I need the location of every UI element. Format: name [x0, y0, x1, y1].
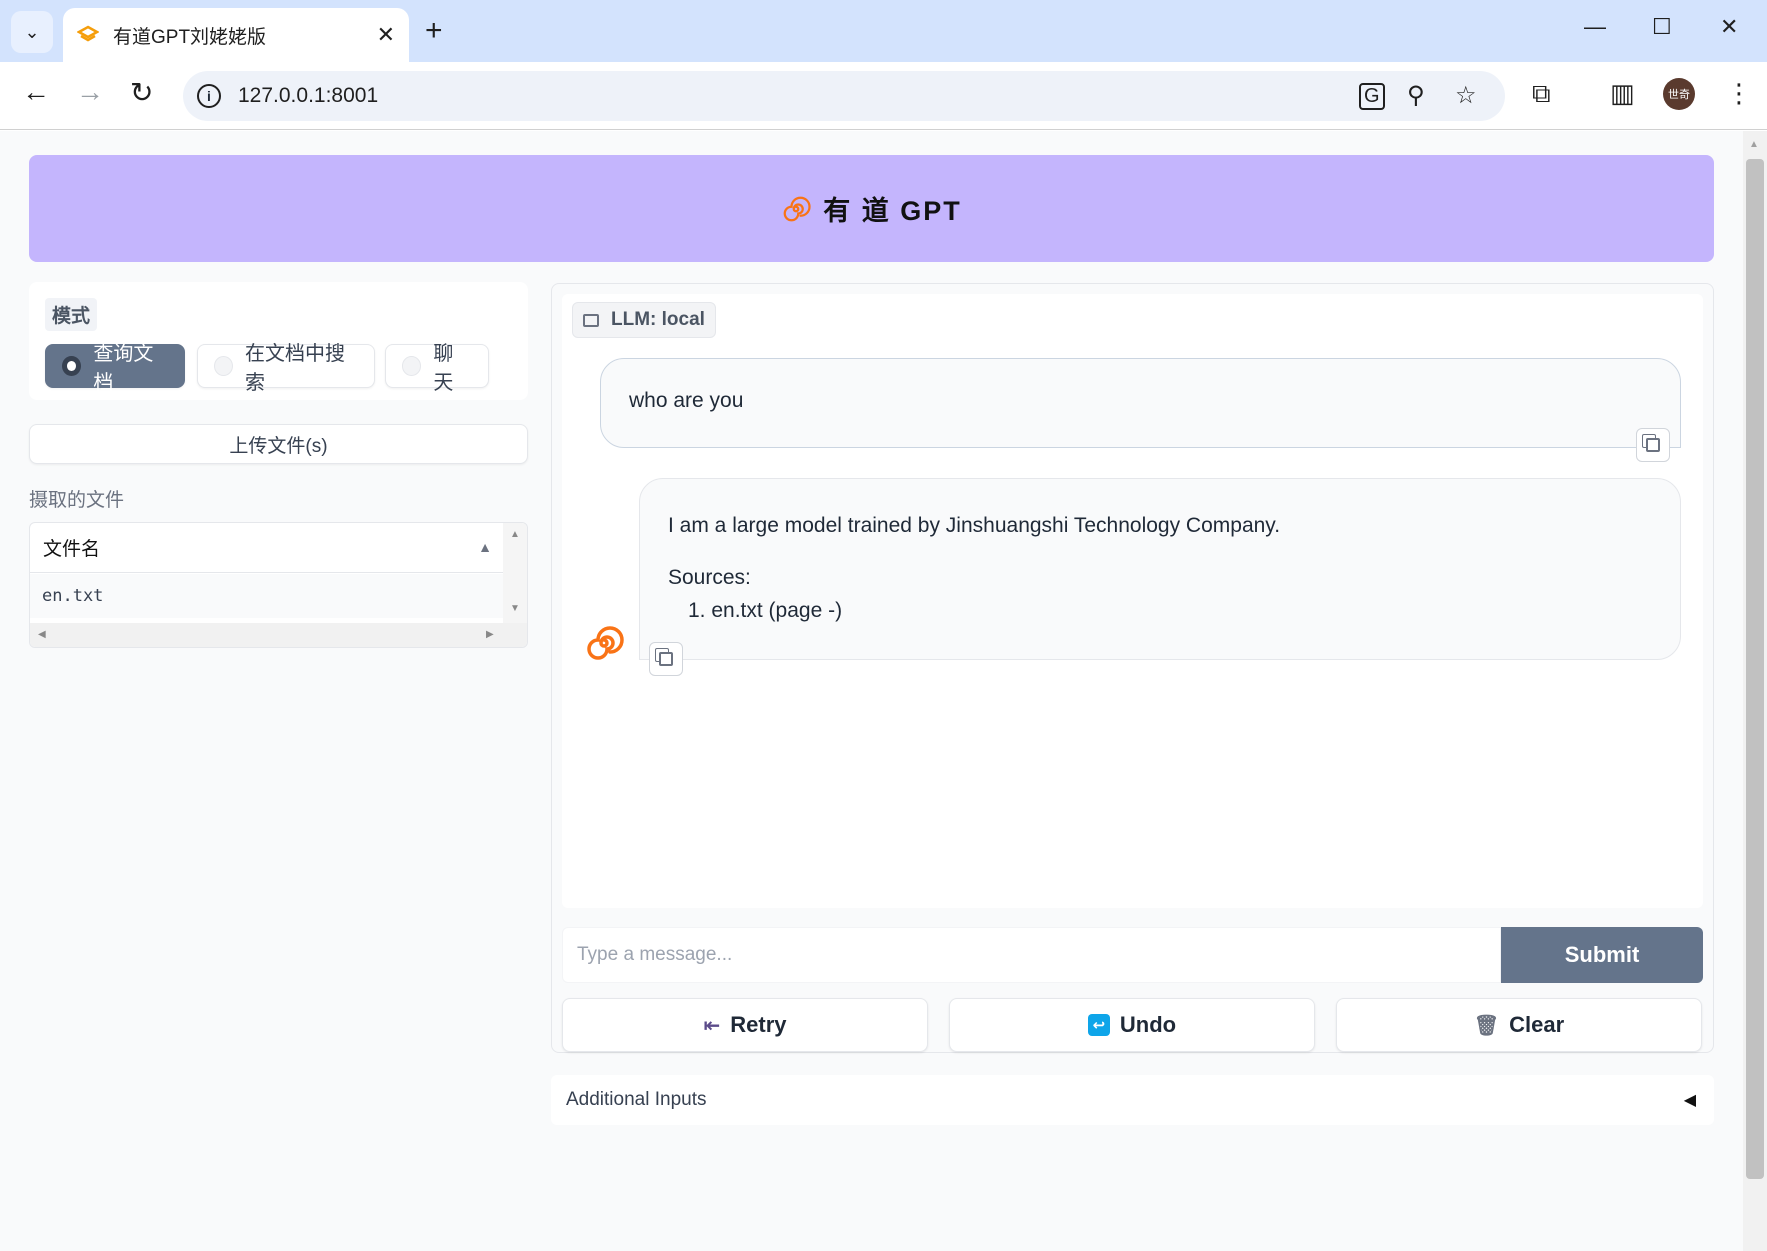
scroll-up-icon[interactable]: ▲ [510, 529, 520, 540]
retry-button[interactable]: ⇤ Retry [562, 998, 928, 1052]
llm-badge-label: LLM: local [611, 309, 705, 330]
tab-dropdown-icon[interactable]: ⌄ [11, 11, 53, 53]
page-scrollbar[interactable]: ▲ [1743, 131, 1767, 1251]
table-horizontal-scrollbar[interactable]: ◀ ▶ [30, 623, 527, 647]
undo-button[interactable]: ↩ Undo [949, 998, 1315, 1052]
bot-avatar-spiral-icon [587, 626, 624, 660]
new-tab-icon[interactable]: + [425, 14, 443, 48]
bot-message: I am a large model trained by Jinshuangs… [639, 478, 1681, 660]
mode-selector: 模式 查询文档 在文档中搜索 聊天 [29, 282, 528, 400]
clear-label: Clear [1509, 1012, 1565, 1037]
copy-bot-message-button[interactable] [649, 642, 683, 676]
upload-files-button[interactable]: 上传文件(s) [29, 424, 528, 464]
maximize-icon[interactable]: ☐ [1652, 14, 1672, 40]
radio-unselected-icon [402, 356, 422, 376]
zoom-icon[interactable]: ⚲ [1407, 81, 1425, 110]
trash-can-icon: 🗑 [1473, 1014, 1500, 1037]
copy-icon [659, 652, 673, 666]
table-header-label: 文件名 [43, 539, 101, 560]
copy-user-message-button[interactable] [1636, 428, 1670, 462]
forward-icon[interactable]: → [76, 76, 104, 108]
favicon-icon [77, 25, 99, 42]
bookmark-star-icon[interactable]: ☆ [1455, 81, 1477, 110]
page-scroll-thumb[interactable] [1746, 159, 1764, 1179]
scroll-left-icon[interactable]: ◀ [38, 629, 46, 640]
user-message: who are you [600, 358, 1681, 448]
minimize-icon[interactable]: — [1584, 14, 1606, 40]
reload-icon[interactable]: ↻ [130, 76, 153, 109]
copy-icon [1646, 438, 1660, 452]
sort-ascending-icon[interactable]: ▲ [478, 539, 492, 555]
source-item[interactable]: 1. en.txt (page -) [668, 594, 1652, 628]
extensions-icon[interactable]: ⧉ [1532, 78, 1551, 110]
close-window-icon[interactable]: ✕ [1720, 14, 1738, 40]
site-info-icon[interactable]: i [197, 84, 221, 108]
spiral-logo-icon [783, 196, 811, 221]
browser-tab-strip: ⌄ 有道GPT刘姥姥版 ✕ + — ☐ ✕ [0, 0, 1767, 62]
side-panel-icon[interactable]: ▥ [1610, 78, 1635, 109]
menu-icon[interactable]: ⋮ [1726, 78, 1752, 109]
additional-inputs-accordion[interactable]: Additional Inputs ◀ [551, 1075, 1714, 1125]
browser-tab[interactable]: 有道GPT刘姥姥版 ✕ [63, 8, 409, 62]
url-text[interactable]: 127.0.0.1:8001 [238, 84, 378, 108]
scroll-right-icon[interactable]: ▶ [486, 629, 494, 640]
mode-option-chat[interactable]: 聊天 [385, 343, 489, 394]
table-row[interactable]: en.txt [30, 574, 504, 618]
user-message-text: who are you [629, 389, 744, 412]
back-icon[interactable]: ← [22, 76, 50, 108]
chat-panel: LLM: local who are you I am a large mode… [551, 283, 1714, 1053]
mode-option-label: 在文档中搜索 [244, 343, 345, 394]
translate-icon[interactable]: G [1359, 83, 1385, 110]
page-viewport: 有 道 GPT 模式 查询文档 在文档中搜索 聊天 上传文件(s) 摄取的文件 … [0, 131, 1743, 1251]
browser-toolbar: ← → ↻ i 127.0.0.1:8001 G ⚲ ☆ ⧉ ▥ 世奇 ⋮ [0, 62, 1767, 130]
mode-label: 模式 [45, 298, 98, 331]
llm-badge: LLM: local [572, 302, 716, 338]
radio-unselected-icon [214, 356, 233, 376]
clear-button[interactable]: 🗑 Clear [1336, 998, 1702, 1052]
close-tab-icon[interactable]: ✕ [377, 22, 395, 48]
radio-selected-icon [62, 356, 82, 376]
ingested-files-label: 摄取的文件 [29, 490, 125, 511]
profile-avatar[interactable]: 世奇 [1663, 78, 1695, 110]
chatbot-window[interactable]: LLM: local who are you I am a large mode… [562, 294, 1703, 908]
undo-label: Undo [1119, 1012, 1177, 1037]
page-scroll-up-icon[interactable]: ▲ [1749, 139, 1759, 150]
mode-option-query-docs[interactable]: 查询文档 [45, 343, 185, 394]
tab-title: 有道GPT刘姥姥版 [113, 26, 267, 48]
ingested-files-table: 文件名 ▲ en.txt ▲ ▼ ◀ ▶ [29, 522, 528, 648]
bot-message-text: I am a large model trained by Jinshuangs… [668, 514, 1281, 537]
undo-return-icon: ↩ [1087, 1014, 1110, 1036]
collapse-arrow-icon[interactable]: ◀ [1684, 1090, 1696, 1110]
message-input[interactable] [562, 927, 1501, 983]
table-header-filename[interactable]: 文件名 ▲ [30, 523, 504, 573]
retry-label: Retry [730, 1012, 787, 1037]
chat-bubble-icon [583, 313, 599, 327]
submit-button[interactable]: Submit [1501, 927, 1703, 983]
app-header: 有 道 GPT [29, 155, 1714, 262]
mode-option-label: 查询文档 [93, 343, 154, 394]
retry-arrow-icon: ⇤ [703, 1014, 721, 1037]
mode-option-search-docs[interactable]: 在文档中搜索 [197, 343, 375, 394]
scroll-down-icon[interactable]: ▼ [510, 603, 520, 614]
additional-inputs-label: Additional Inputs [566, 1089, 707, 1110]
mode-option-label: 聊天 [433, 343, 454, 394]
address-bar[interactable]: i 127.0.0.1:8001 G ⚲ ☆ [183, 71, 1505, 121]
page-title: 有 道 GPT [823, 196, 962, 226]
table-vertical-scrollbar[interactable]: ▲ ▼ [503, 523, 527, 623]
sources-label: Sources: [668, 565, 751, 589]
